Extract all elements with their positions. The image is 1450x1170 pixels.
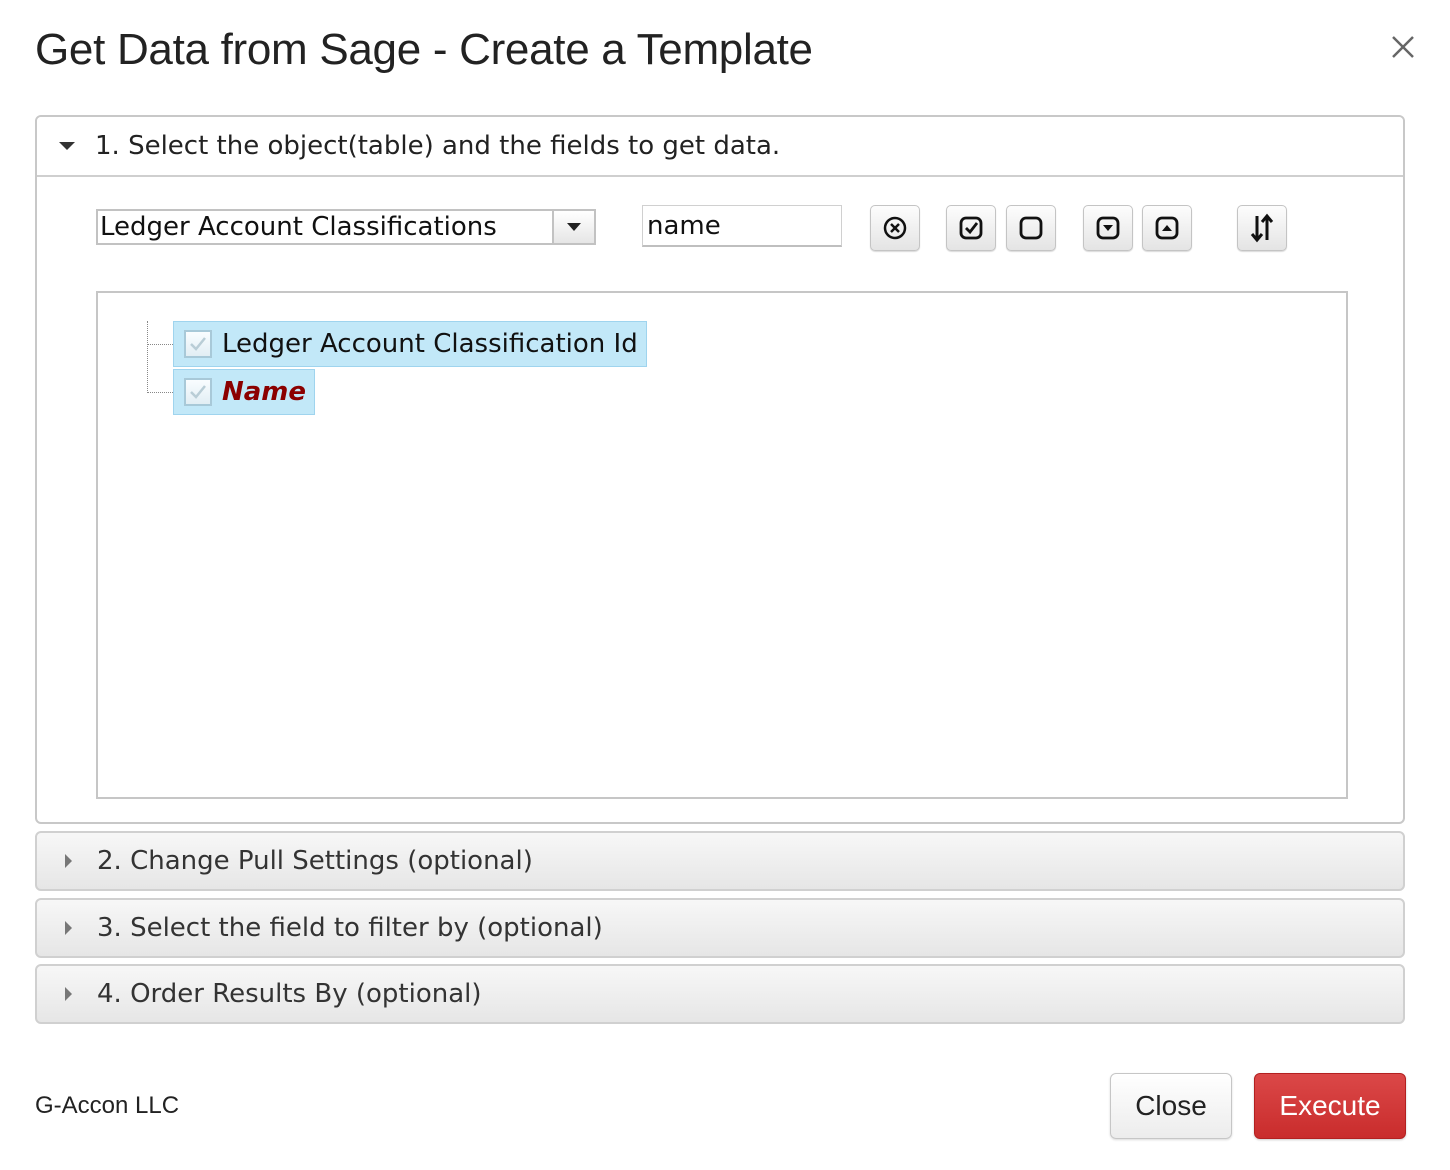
- object-select[interactable]: Ledger Account Classifications: [96, 209, 596, 245]
- caret-right-icon: [65, 921, 72, 935]
- caret-right-icon: [65, 854, 72, 868]
- square-chevron-down-icon: [1096, 216, 1120, 240]
- triangle-down-icon: [567, 223, 581, 231]
- company-name: G-Accon LLC: [35, 1092, 180, 1119]
- checkbox-checked-icon[interactable]: [184, 378, 212, 406]
- field-tree: Ledger Account Classification Id Name: [96, 291, 1348, 799]
- tree-connector: [147, 321, 148, 393]
- collapse-all-button[interactable]: [1142, 205, 1192, 251]
- circle-x-icon: [883, 216, 907, 240]
- caret-right-icon: [65, 987, 72, 1001]
- field-search-input[interactable]: [642, 205, 842, 247]
- close-button[interactable]: Close: [1110, 1073, 1232, 1139]
- tree-node-name[interactable]: Name: [173, 369, 316, 415]
- square-check-icon: [959, 216, 983, 240]
- tree-connector: [147, 392, 173, 393]
- expand-all-button[interactable]: [1083, 205, 1133, 251]
- square-chevron-up-icon: [1155, 216, 1179, 240]
- tree-connector: [147, 344, 173, 345]
- select-all-button[interactable]: [946, 205, 996, 251]
- dialog-title: Get Data from Sage - Create a Template: [35, 25, 813, 74]
- square-icon: [1019, 216, 1043, 240]
- section-filter[interactable]: 3. Select the field to filter by (option…: [35, 898, 1405, 958]
- section-4-label: 4. Order Results By (optional): [97, 979, 482, 1009]
- sort-arrows-icon: [1250, 213, 1274, 243]
- section-3-label: 3. Select the field to filter by (option…: [97, 913, 603, 943]
- execute-button[interactable]: Execute: [1254, 1073, 1406, 1139]
- section-1-header[interactable]: 1. Select the object(table) and the fiel…: [37, 117, 1403, 177]
- deselect-all-button[interactable]: [1006, 205, 1056, 251]
- section-2-label: 2. Change Pull Settings (optional): [97, 846, 533, 876]
- dropdown-arrow-button[interactable]: [552, 211, 594, 243]
- close-icon[interactable]: [1386, 30, 1420, 64]
- caret-down-icon: [59, 142, 75, 150]
- sort-button[interactable]: [1237, 205, 1287, 251]
- section-select-object: 1. Select the object(table) and the fiel…: [35, 115, 1405, 824]
- section-1-label: 1. Select the object(table) and the fiel…: [95, 131, 781, 161]
- object-select-value: Ledger Account Classifications: [100, 212, 497, 242]
- section-pull-settings[interactable]: 2. Change Pull Settings (optional): [35, 831, 1405, 891]
- section-order-results[interactable]: 4. Order Results By (optional): [35, 964, 1405, 1024]
- clear-search-button[interactable]: [870, 205, 920, 251]
- tree-node-ledger-account-classification-id[interactable]: Ledger Account Classification Id: [173, 321, 647, 367]
- tree-node-label: Name: [222, 377, 307, 407]
- tree-node-label: Ledger Account Classification Id: [222, 329, 638, 359]
- checkbox-checked-icon[interactable]: [184, 330, 212, 358]
